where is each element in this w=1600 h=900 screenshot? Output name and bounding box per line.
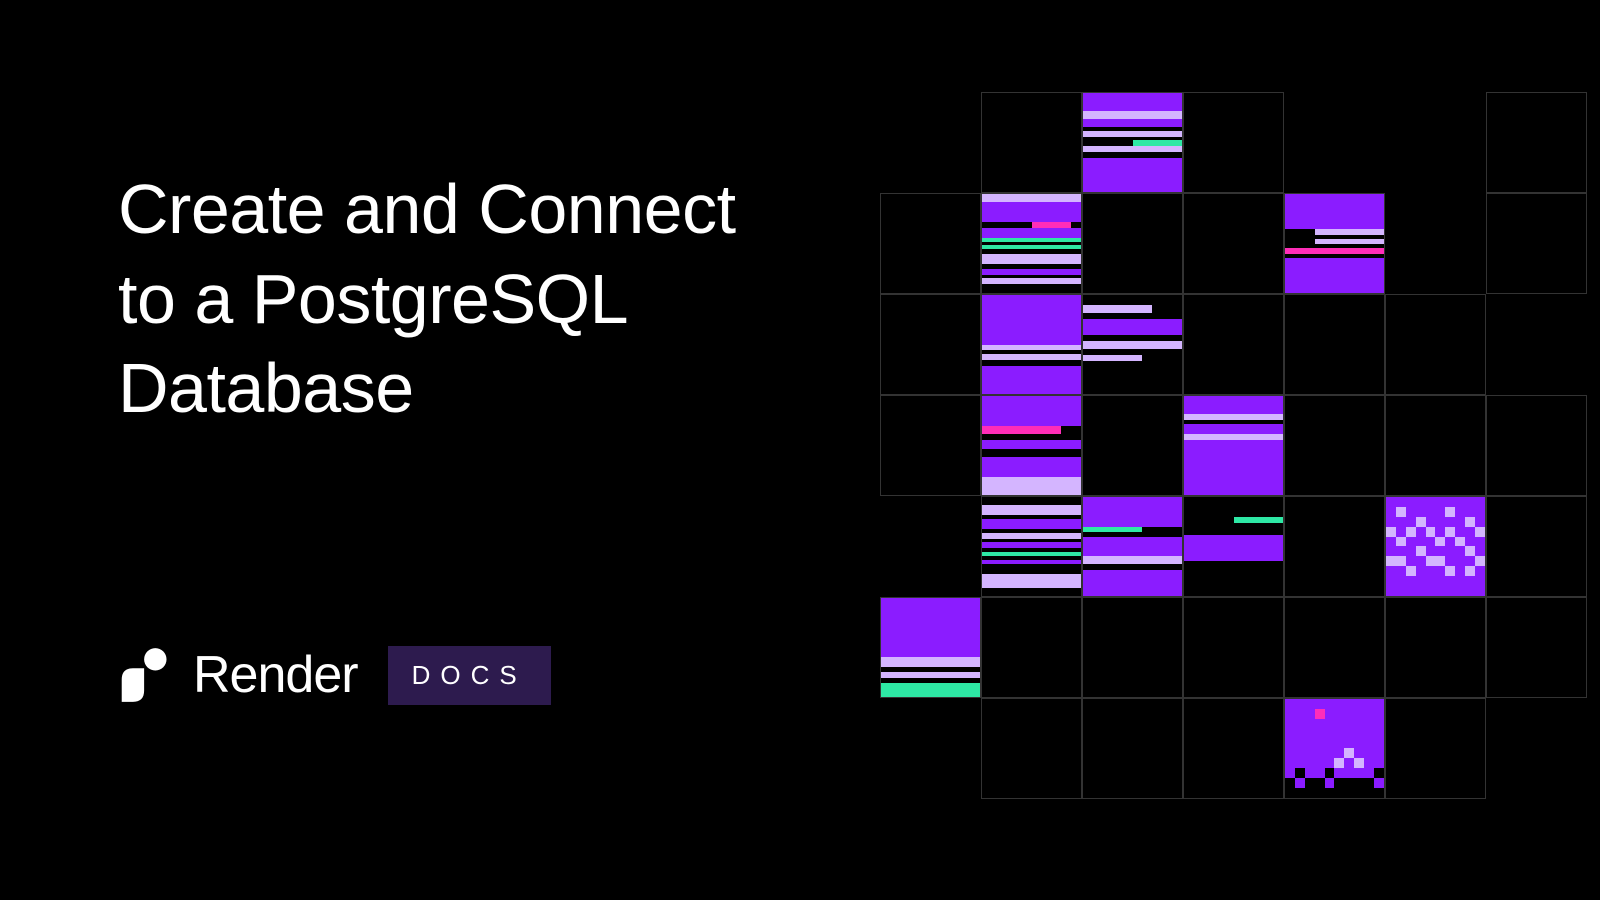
docs-badge: DOCS (388, 646, 551, 705)
brand-name: Render (193, 645, 358, 705)
title-line-1: Create and Connect (118, 170, 736, 248)
title-line-2: to a PostgreSQL (118, 260, 628, 338)
decorative-grid (880, 92, 1600, 812)
render-logo-icon (115, 647, 171, 703)
brand-footer: Render DOCS (115, 645, 551, 705)
title-line-3: Database (118, 349, 414, 427)
page-title: Create and Connect to a PostgreSQL Datab… (118, 165, 736, 434)
